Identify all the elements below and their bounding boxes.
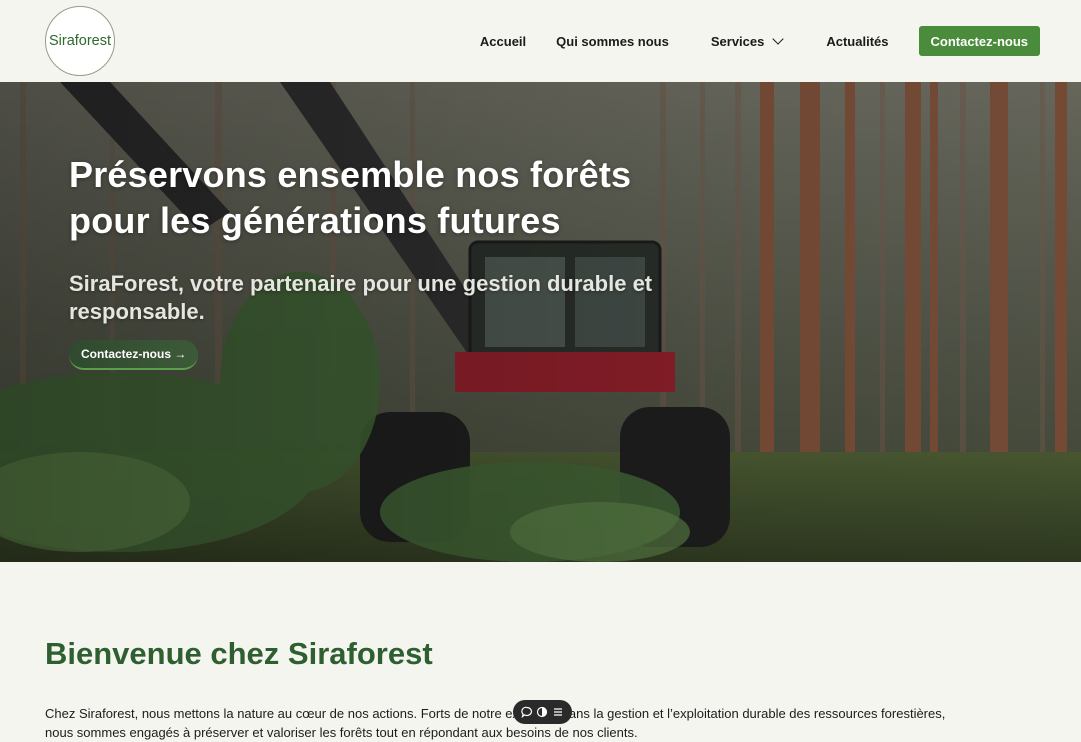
hero-title: Préservons ensemble nos forêts pour les …: [69, 152, 769, 244]
welcome-title: Bienvenue chez Siraforest: [45, 636, 433, 671]
hero-banner: Préservons ensemble nos forêts pour les …: [0, 82, 1081, 562]
welcome-text-line2: nous sommes engagés à préserver et valor…: [45, 725, 638, 740]
hero-title-line2: pour les générations futures: [69, 200, 561, 241]
welcome-text-line1: Chez Siraforest, nous mettons la nature …: [45, 706, 946, 721]
site-header: Siraforest Accueil Qui sommes nous Servi…: [0, 0, 1081, 82]
hero-title-line1: Préservons ensemble nos forêts: [69, 154, 632, 195]
nav-actualites[interactable]: Actualités: [826, 34, 888, 49]
hero-subtitle: SiraForest, votre partenaire pour une ge…: [69, 270, 769, 326]
nav-qui-sommes-nous[interactable]: Qui sommes nous: [556, 34, 669, 49]
chevron-down-icon: [772, 32, 785, 45]
logo-text: Siraforest: [48, 33, 112, 49]
floating-toolbar: [513, 700, 572, 724]
comment-icon[interactable]: [521, 706, 533, 718]
nav-services[interactable]: Services: [710, 32, 785, 49]
nav-services-label: Services: [710, 33, 765, 49]
contact-button[interactable]: Contactez-nous: [918, 26, 1040, 56]
menu-icon[interactable]: [552, 706, 564, 718]
hero-contact-button[interactable]: Contactez-nous →: [69, 340, 199, 370]
hero-subtitle-line2: responsable.: [69, 299, 205, 324]
hero-subtitle-line1: SiraForest, votre partenaire pour une ge…: [69, 271, 653, 296]
main-nav: Accueil Qui sommes nous Services Actuali…: [480, 26, 1040, 56]
contrast-icon[interactable]: [536, 706, 548, 718]
nav-accueil[interactable]: Accueil: [480, 34, 526, 49]
logo[interactable]: Siraforest: [45, 6, 115, 76]
